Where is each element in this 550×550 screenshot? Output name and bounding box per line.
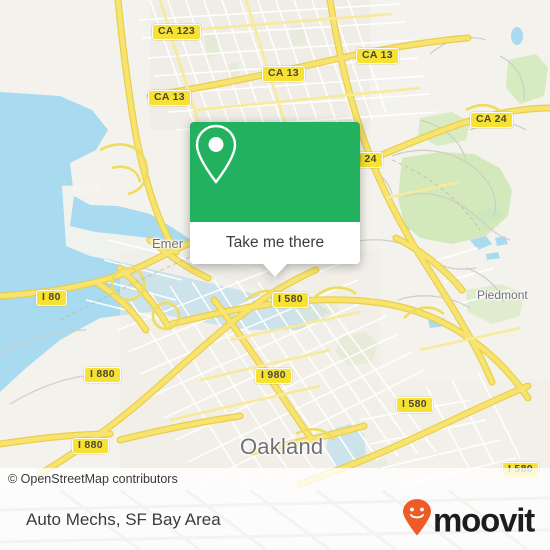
place-title: Auto Mechs, SF Bay Area [26, 510, 221, 529]
highway-shield: I 80 [36, 290, 67, 306]
place-label-emeryville: Emer [152, 236, 184, 251]
moovit-smiley-pin-icon [402, 499, 432, 542]
popup-header [190, 122, 360, 222]
take-me-there-button[interactable]: Take me there [190, 222, 360, 264]
moovit-map-screen: CA 123 CA 13 CA 13 CA 13 CA 24 I 24 I 80 I 580 I… [0, 0, 550, 550]
highway-shield: I 880 [84, 367, 121, 383]
place-label-oakland: Oakland [240, 434, 324, 459]
footer-bar: Auto Mechs, SF Bay Area moovit [0, 490, 550, 550]
highway-shield: CA 123 [152, 24, 202, 40]
popup-pointer-tail [263, 264, 287, 277]
highway-shield: I 980 [255, 368, 292, 384]
highway-shield: CA 24 [470, 112, 513, 128]
place-label-piedmont: Piedmont [477, 288, 528, 302]
location-popup-card[interactable]: Take me there [190, 122, 360, 277]
moovit-wordmark: moovit [433, 501, 535, 539]
map-canvas[interactable]: CA 123 CA 13 CA 13 CA 13 CA 24 I 24 I 80 I 580 I… [0, 0, 550, 490]
moovit-logo[interactable]: moovit [402, 499, 535, 542]
highway-shield: CA 13 [148, 90, 191, 106]
highway-shield: I 880 [72, 438, 109, 454]
take-me-there-label: Take me there [225, 234, 325, 251]
highway-shield: I 580 [396, 397, 433, 413]
highway-shield: CA 13 [356, 48, 399, 64]
osm-attribution: © OpenStreetMap contributors [0, 468, 550, 490]
highway-shield: I 580 [272, 292, 309, 308]
highway-shield: CA 13 [262, 66, 305, 82]
